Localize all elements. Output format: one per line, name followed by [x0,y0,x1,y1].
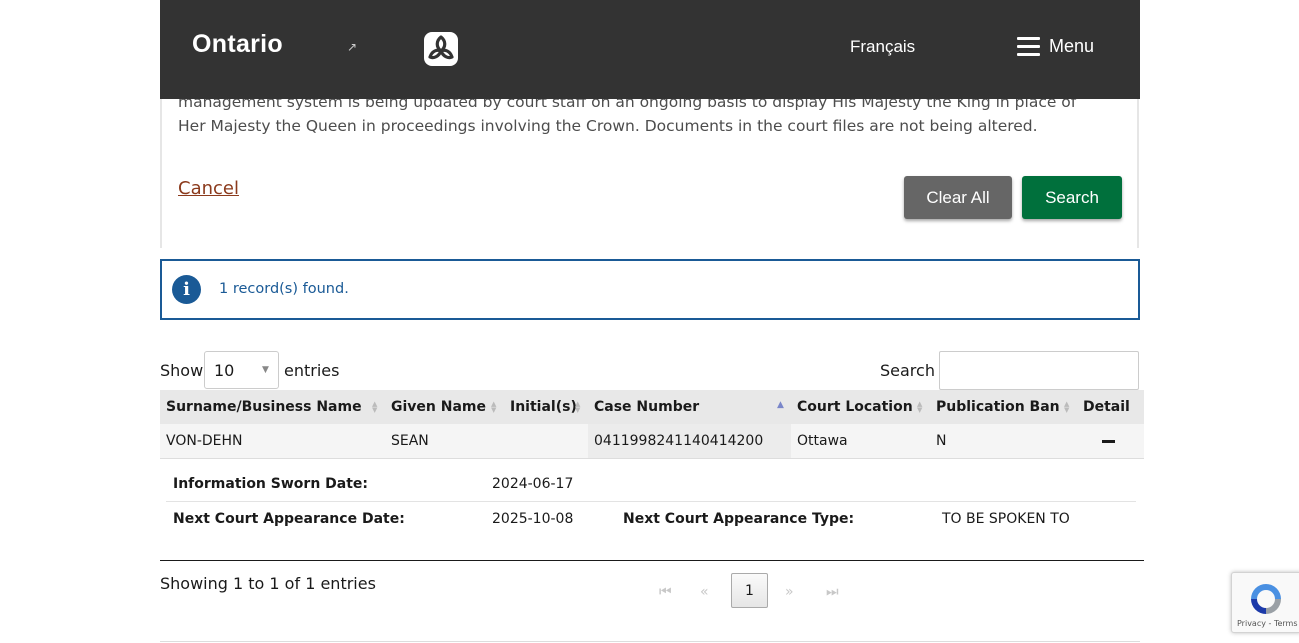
collapse-detail-icon[interactable] [1102,440,1115,443]
page-divider [160,641,1140,642]
next-appearance-date-label: Next Court Appearance Date: [173,511,405,527]
previous-page-icon[interactable]: « [700,584,709,600]
search-button[interactable]: Search [1022,176,1122,219]
external-link-icon: ↗ [347,40,358,54]
sworn-date-value: 2024-06-17 [492,476,574,492]
col-header-detail[interactable]: Detail [1083,399,1130,415]
col-header-court-location[interactable]: Court Location [797,399,913,415]
menu-button[interactable]: Menu [1017,36,1094,57]
hamburger-icon [1017,37,1040,56]
next-appearance-date-value: 2025-10-08 [492,511,574,527]
next-page-icon[interactable]: » [785,584,794,600]
col-header-publication-ban[interactable]: Publication Ban [936,399,1060,415]
cell-surname: VON-DEHN [166,433,243,449]
table-search-input[interactable] [939,351,1139,390]
site-header: Ontario ↗ Français Menu [160,0,1140,99]
ontario-logo-text[interactable]: Ontario [192,30,283,59]
cell-given-name: SEAN [391,433,429,449]
col-header-case-number[interactable]: Case Number [594,399,699,415]
menu-label: Menu [1049,36,1095,56]
cancel-link[interactable]: Cancel [178,178,239,199]
trillium-logo-icon[interactable] [424,32,458,66]
col-header-initials[interactable]: Initial(s) [510,399,577,415]
entries-value: 10 [214,360,235,380]
sort-ascending-icon: ▲ [777,400,784,410]
chevron-down-icon: ▼ [262,365,269,375]
page-button[interactable]: 1 [731,573,768,608]
detail-divider [166,501,1136,502]
sort-icon: ▲ ▼ [1064,400,1070,414]
entries-label: entries [284,361,340,380]
recaptcha-icon [1247,580,1285,618]
next-appearance-type-label: Next Court Appearance Type: [623,511,855,527]
sort-icon: ▲ ▼ [917,400,923,414]
sort-icon: ▲ ▼ [491,400,497,414]
clear-all-button[interactable]: Clear All [904,176,1012,219]
cell-court-location: Ottawa [797,433,848,449]
col-header-surname[interactable]: Surname/Business Name [166,399,362,415]
row-divider [160,458,1144,459]
cell-case-number: 0411998241140414200 [594,433,764,449]
table-info-text: Showing 1 to 1 of 1 entries [160,574,376,593]
info-icon: i [172,275,201,304]
first-page-icon[interactable]: ⏮ [659,584,672,600]
show-label: Show [160,361,204,380]
results-count-text: 1 record(s) found. [219,281,349,297]
next-appearance-type-value: TO BE SPOKEN TO [942,511,1070,527]
sort-icon: ▲ ▼ [575,400,581,414]
sworn-date-label: Information Sworn Date: [173,476,369,492]
cell-publication-ban: N [936,433,947,449]
sort-icon: ▲ ▼ [372,400,378,414]
recaptcha-privacy-terms[interactable]: Privacy - Terms [1237,619,1298,628]
last-page-icon[interactable]: ⏭ [826,584,839,600]
col-header-given-name[interactable]: Given Name [391,399,486,415]
table-bottom-border [160,560,1144,561]
language-toggle-link[interactable]: Français [850,37,915,57]
table-search-label: Search [880,361,935,380]
